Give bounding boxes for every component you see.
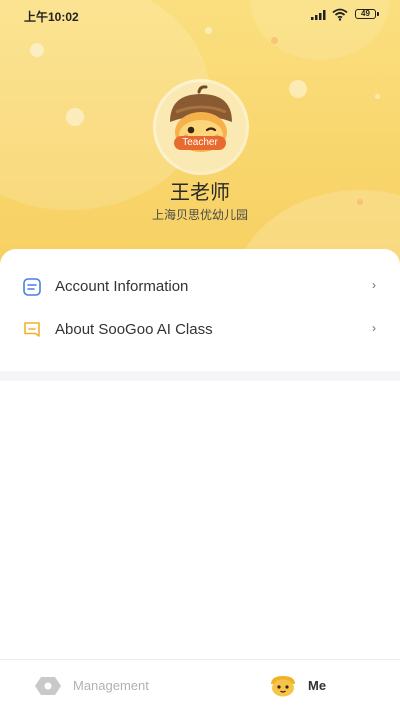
chevron-right-icon: › bbox=[372, 321, 376, 335]
info-card-icon bbox=[24, 322, 40, 337]
tab-me[interactable]: Me bbox=[268, 660, 348, 712]
document-icon bbox=[23, 278, 41, 296]
section-divider bbox=[0, 371, 400, 381]
school-name: 上海贝思优幼儿园 bbox=[151, 208, 248, 222]
avatar[interactable] bbox=[156, 82, 246, 172]
decor-dot bbox=[271, 37, 278, 44]
bottom-tab-bar: Management Me bbox=[0, 659, 400, 712]
decor-dot bbox=[289, 80, 307, 98]
teacher-badge: Teacher bbox=[174, 136, 226, 150]
decor-dot bbox=[375, 94, 380, 99]
wifi-icon bbox=[332, 8, 348, 21]
signal-icon bbox=[311, 10, 326, 20]
tab-label: Management bbox=[73, 678, 149, 693]
menu-item-label: About SooGoo AI Class bbox=[55, 321, 213, 338]
tab-management[interactable]: Management bbox=[30, 660, 190, 712]
battery-icon: 49 bbox=[355, 9, 379, 19]
menu-item-label: Account Information bbox=[55, 278, 189, 295]
status-time: 上午10:02 bbox=[24, 10, 79, 24]
chevron-right-icon: › bbox=[372, 278, 376, 292]
menu-card: Account Information › About SooGoo AI Cl… bbox=[0, 249, 400, 373]
acorn-mascot-icon bbox=[170, 85, 232, 152]
decor-dot bbox=[30, 43, 44, 57]
menu-item-account-information[interactable]: Account Information › bbox=[0, 266, 400, 308]
status-bar: 上午10:02 49 bbox=[0, 0, 400, 30]
hexagon-icon bbox=[35, 677, 61, 695]
mascot-icon bbox=[271, 676, 295, 697]
teacher-name: 王老师 bbox=[170, 182, 230, 204]
tab-label: Me bbox=[308, 678, 327, 693]
menu-item-about-soogoo-ai-class[interactable]: About SooGoo AI Class › bbox=[0, 309, 400, 351]
decor-dot bbox=[66, 108, 84, 126]
